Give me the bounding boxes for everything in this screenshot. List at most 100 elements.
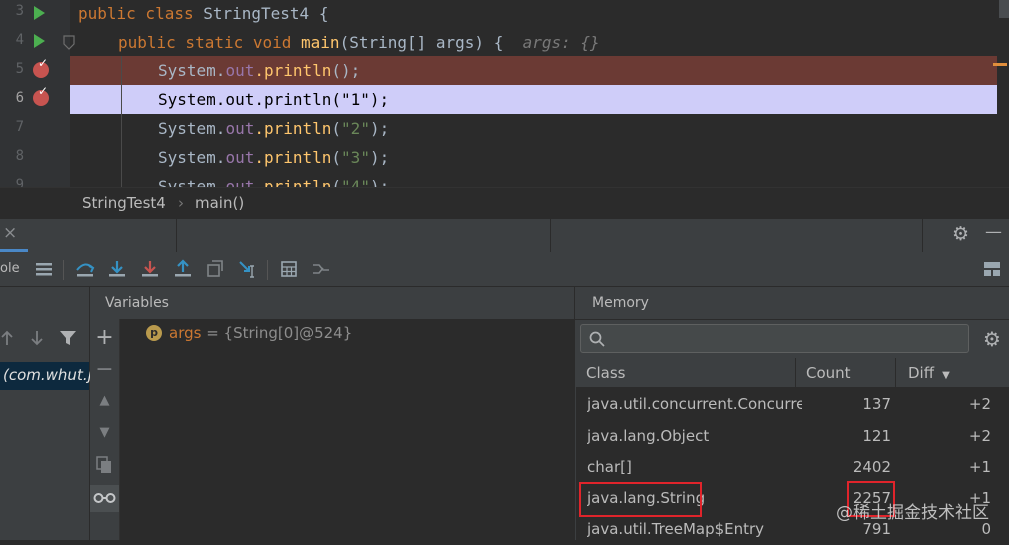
code-call: .println (254, 177, 332, 187)
line-number: 5 (15, 61, 24, 77)
tab-divider (550, 219, 551, 252)
show-watches-toggle[interactable] (90, 485, 119, 512)
code-line-8[interactable]: System.out.println("3"); (70, 143, 997, 172)
code-string: "3" (341, 148, 370, 167)
move-down-icon[interactable]: ▼ (90, 425, 119, 440)
code-paren: ( (331, 177, 342, 187)
code-call: .println (254, 61, 332, 80)
memory-settings-gear-icon[interactable]: ⚙ (983, 327, 1001, 351)
run-icon[interactable] (34, 34, 45, 48)
search-icon (589, 331, 605, 347)
code-end: ); (369, 177, 390, 187)
add-watch-icon[interactable]: + (90, 325, 119, 350)
memory-header: Memory (575, 287, 1009, 320)
code-editor[interactable]: 3 public class StringTest4 { 4 public st… (0, 0, 1009, 187)
class-name: java.util.concurrent.Concurre (587, 395, 802, 413)
code-args: (); (331, 61, 361, 80)
sort-desc-icon: ▼ (942, 370, 950, 381)
variables-header: Variables (90, 287, 574, 320)
code-line-4[interactable]: public static void main(String[] args) {… (70, 28, 997, 57)
code-line-6-current[interactable]: System.out.println("1"); (70, 85, 997, 114)
evaluate-expression-icon[interactable] (278, 258, 300, 280)
diff-label: Diff (908, 364, 935, 382)
memory-search-input[interactable] (611, 328, 955, 351)
annotation-box-class (579, 482, 702, 517)
copy-icon[interactable] (96, 456, 112, 474)
code-paren: ( (331, 119, 342, 138)
watermark: @稀土掘金技术社区 (836, 503, 989, 523)
tab-divider (176, 219, 177, 252)
code-field: out (225, 177, 255, 187)
variables-panel: Variables p args = {String[0]@524} (90, 287, 575, 540)
code-line-5[interactable]: System.out.println(); (70, 56, 997, 85)
editor-scrollbar[interactable] (999, 0, 1009, 18)
memory-row[interactable]: java.util.concurrent.Concurre 137 +2 (576, 389, 1009, 420)
code-object: System. (158, 177, 226, 187)
breakpoint-icon[interactable] (33, 84, 49, 106)
column-header-diff[interactable]: Diff ▼ (896, 358, 1009, 388)
breakpoint-icon[interactable] (33, 56, 49, 78)
instance-count: 137 (862, 395, 891, 413)
settings-gear-icon[interactable]: ⚙ (952, 223, 969, 245)
code-field: out (225, 119, 255, 138)
debug-tab-strip: × ⚙ — (0, 218, 1009, 253)
code-call: .println (254, 119, 332, 138)
frame-item-selected[interactable]: (com.whut.j (0, 362, 92, 390)
keyword: public class (78, 4, 194, 23)
code-line-7[interactable]: System.out.println("2"); (70, 114, 997, 143)
minimize-icon[interactable]: — (985, 222, 1002, 242)
code-field: out (225, 61, 255, 80)
memory-row[interactable]: java.lang.Object 121 +2 (576, 421, 1009, 452)
close-tab-icon[interactable]: × (3, 223, 17, 243)
parameter-badge-icon: p (146, 325, 162, 341)
breadcrumb: StringTest4 › main() (0, 187, 1009, 219)
step-out-icon[interactable] (172, 258, 194, 280)
force-step-into-icon[interactable] (139, 258, 161, 280)
breadcrumb-class[interactable]: StringTest4 (82, 194, 166, 212)
code-call: .println (254, 148, 332, 167)
up-arrow-icon[interactable] (0, 329, 14, 347)
remove-watch-icon[interactable]: − (90, 357, 119, 382)
console-tab-label[interactable]: ole (0, 261, 20, 276)
code-object: System. (158, 148, 226, 167)
run-to-cursor-icon[interactable] (237, 258, 259, 280)
code-end: ); (369, 148, 390, 167)
instance-count: 121 (862, 427, 891, 445)
count-diff: +2 (968, 427, 991, 445)
code-string: "2" (341, 119, 370, 138)
drop-frame-icon[interactable] (204, 258, 226, 280)
debugger-toolbar: ole (0, 252, 1009, 287)
filter-icon[interactable] (59, 329, 77, 347)
class-name: java.lang.Object (587, 427, 710, 445)
line-number: 3 (15, 3, 24, 19)
count-diff: +1 (968, 458, 991, 476)
variables-title: Variables (105, 295, 169, 311)
class-name: java.util.TreeMap$Entry (587, 520, 765, 538)
layout-settings-icon[interactable] (981, 258, 1003, 280)
variable-row[interactable]: args = {String[0]@524} (169, 324, 352, 342)
down-arrow-icon[interactable] (29, 329, 45, 347)
inline-debug-hint: args: {} (522, 33, 600, 52)
indent-guide (121, 56, 122, 187)
code-string: "4" (341, 177, 370, 187)
class-name: char[] (587, 458, 632, 476)
code-object: System. (158, 61, 226, 80)
trace-stream-icon[interactable] (310, 258, 332, 280)
move-up-icon[interactable]: ▲ (90, 393, 119, 408)
run-icon[interactable] (34, 6, 45, 20)
code-line-3[interactable]: public class StringTest4 { (70, 0, 997, 28)
instance-count: 2402 (852, 458, 891, 476)
frames-panel: (com.whut.j (0, 287, 92, 540)
memory-row[interactable]: char[] 2402 +1 (576, 452, 1009, 483)
step-into-icon[interactable] (106, 258, 128, 280)
step-over-icon[interactable] (74, 258, 96, 280)
column-header-count[interactable]: Count (796, 358, 896, 388)
memory-search-field[interactable] (580, 324, 969, 353)
breadcrumb-method[interactable]: main() (195, 194, 244, 212)
menu-icon[interactable] (33, 258, 55, 280)
error-stripe-marker[interactable] (993, 63, 1007, 66)
column-header-class[interactable]: Class (576, 358, 796, 388)
line-number: 6 (15, 90, 24, 106)
code-line-9[interactable]: System.out.println("4"); (70, 172, 997, 187)
breadcrumb-separator: › (178, 194, 184, 212)
